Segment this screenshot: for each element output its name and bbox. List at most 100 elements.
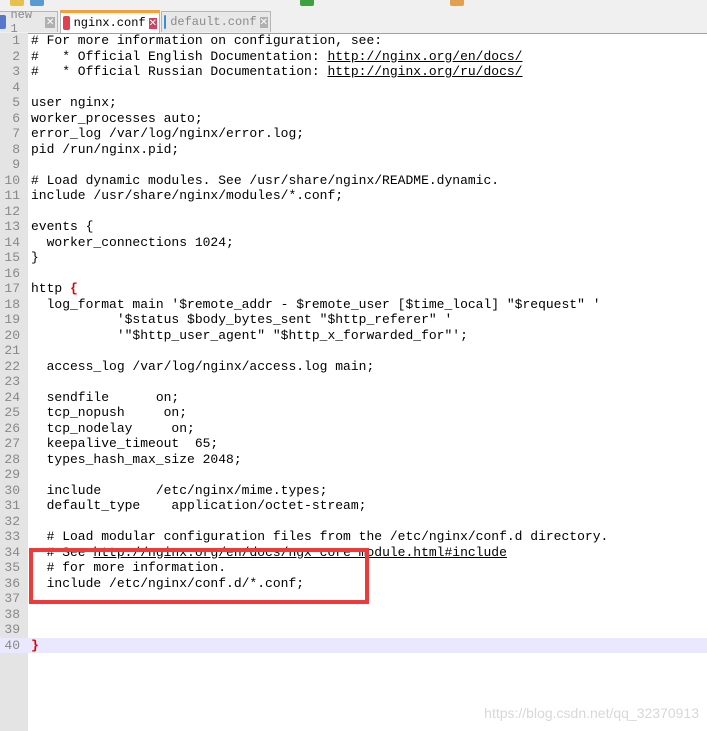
tab-new-1[interactable]: new 1 ✕: [0, 8, 58, 36]
line-number: 14: [4, 234, 20, 250]
toolbar: [0, 0, 707, 9]
tab-label: default.conf: [170, 15, 257, 29]
line-number: 12: [4, 203, 20, 219]
toolbar-icon[interactable]: [450, 0, 464, 6]
tab-default-conf[interactable]: default.conf ✕: [161, 11, 271, 32]
line-number: 20: [4, 327, 20, 343]
code-line[interactable]: 22 access_log /var/log/nginx/access.log …: [0, 359, 707, 375]
line-number: 32: [4, 513, 20, 529]
code-line[interactable]: 7 error_log /var/log/nginx/error.log;: [0, 126, 707, 142]
code-line[interactable]: 33 # Load modular configuration files fr…: [0, 529, 707, 545]
undo-icon[interactable]: [300, 0, 314, 6]
code-line[interactable]: 40}: [0, 637, 707, 653]
code-line[interactable]: 4: [0, 80, 707, 96]
file-icon: [63, 16, 70, 30]
code-line[interactable]: 15}: [0, 250, 707, 266]
code-line[interactable]: 14 worker_connections 1024;: [0, 235, 707, 251]
line-number: 38: [4, 606, 20, 622]
line-text: tcp_nopush on;: [31, 405, 188, 420]
code-line[interactable]: 12: [0, 204, 707, 220]
code-line[interactable]: 18 log_format main '$remote_addr - $remo…: [0, 297, 707, 313]
line-text: sendfile on;: [31, 389, 180, 405]
code-line[interactable]: 38: [0, 607, 707, 623]
line-number: 39: [4, 622, 20, 637]
line-number: 4: [12, 79, 20, 95]
line-text: access_log /var/log/nginx/access.log mai…: [31, 358, 375, 374]
code-line[interactable]: 17 http {: [0, 281, 707, 297]
line-number: 28: [4, 451, 20, 467]
line-number: 27: [4, 436, 20, 451]
line-number: 8: [12, 141, 20, 157]
code-line[interactable]: 23: [0, 374, 707, 390]
code-line[interactable]: 21: [0, 343, 707, 359]
line-number: 15: [4, 250, 20, 265]
line-number: 11: [4, 188, 20, 203]
line-number: 34: [4, 544, 20, 560]
code-line[interactable]: 28 types_hash_max_size 2048;: [0, 452, 707, 468]
line-text: tcp_nodelay on;: [31, 420, 195, 436]
file-icon: [0, 15, 7, 29]
code-line[interactable]: 31 default_type application/octet-stream…: [0, 498, 707, 514]
line-number: 37: [4, 591, 20, 606]
line-number: 31: [4, 498, 20, 513]
code-line[interactable]: 13 events {: [0, 219, 707, 235]
code-line[interactable]: 16: [0, 266, 707, 282]
code-line[interactable]: 10 # Load dynamic modules. See /usr/share…: [0, 173, 707, 189]
line-number: 26: [4, 420, 20, 436]
tab-label: new 1: [10, 8, 33, 36]
line-text: default_type application/octet-stream;: [31, 498, 367, 513]
tab-nginx-conf[interactable]: nginx.conf ✕: [60, 10, 160, 33]
line-text: worker_processes auto;: [31, 110, 203, 126]
open-icon[interactable]: [10, 0, 24, 6]
code-line[interactable]: 27 keepalive_timeout 65;: [0, 436, 707, 452]
watermark: https://blog.csdn.net/qq_32370913: [484, 705, 699, 721]
line-number: 1: [12, 33, 20, 48]
code-line[interactable]: 39: [0, 622, 707, 638]
line-number: 2: [12, 48, 20, 64]
line-number: 24: [4, 389, 20, 405]
line-text: }: [31, 250, 39, 265]
line-text: pid /run/nginx.pid;: [31, 141, 180, 157]
code-line[interactable]: 3 # * Official Russian Documentation: htt…: [0, 64, 707, 80]
line-number: 29: [4, 467, 20, 482]
code-line[interactable]: 1 # For more information on configuration…: [0, 33, 707, 49]
close-icon[interactable]: ✕: [148, 17, 157, 29]
close-icon[interactable]: ✕: [45, 16, 56, 28]
code-line[interactable]: 19 '$status $body_bytes_sent "$http_refe…: [0, 312, 707, 328]
line-text: types_hash_max_size 2048;: [31, 451, 242, 467]
code-line[interactable]: 24 sendfile on;: [0, 390, 707, 406]
code-line[interactable]: 2 # * Official English Documentation: htt…: [0, 49, 707, 65]
line-number: 35: [4, 560, 20, 575]
line-number: 7: [12, 126, 20, 141]
code-line[interactable]: 6 worker_processes auto;: [0, 111, 707, 127]
line-number: 16: [4, 265, 20, 281]
line-text: events {: [31, 219, 94, 234]
close-icon[interactable]: ✕: [259, 16, 268, 28]
code-line[interactable]: 26 tcp_nodelay on;: [0, 421, 707, 437]
line-number: 10: [4, 172, 20, 188]
code-line[interactable]: 8 pid /run/nginx.pid;: [0, 142, 707, 158]
line-text: http {: [31, 281, 78, 296]
code-line[interactable]: 29: [0, 467, 707, 483]
line-text: keepalive_timeout 65;: [31, 436, 219, 451]
code-line[interactable]: 20 '"$http_user_agent" "$http_x_forwarde…: [0, 328, 707, 344]
line-number: 23: [4, 374, 20, 389]
line-text: worker_connections 1024;: [31, 234, 234, 250]
line-number: 21: [4, 343, 20, 358]
file-icon: [164, 15, 167, 29]
code-line[interactable]: 30 include /etc/nginx/mime.types;: [0, 483, 707, 499]
code-line[interactable]: 5 user nginx;: [0, 95, 707, 111]
code-line[interactable]: 25 tcp_nopush on;: [0, 405, 707, 421]
code-line[interactable]: 9: [0, 157, 707, 173]
line-text: # * Official English Documentation: http…: [31, 48, 523, 64]
line-number: 6: [12, 110, 20, 126]
line-text: # For more information on configuration,…: [31, 33, 383, 48]
code-line[interactable]: 11 include /usr/share/nginx/modules/*.con…: [0, 188, 707, 204]
line-number: 33: [4, 529, 20, 544]
save-icon[interactable]: [30, 0, 44, 6]
line-number: 5: [12, 95, 20, 110]
line-number: 3: [12, 64, 20, 79]
code-line[interactable]: 32: [0, 514, 707, 530]
line-number: 40: [4, 637, 20, 653]
tab-bar: new 1 ✕ nginx.conf ✕ default.conf ✕: [0, 8, 707, 36]
